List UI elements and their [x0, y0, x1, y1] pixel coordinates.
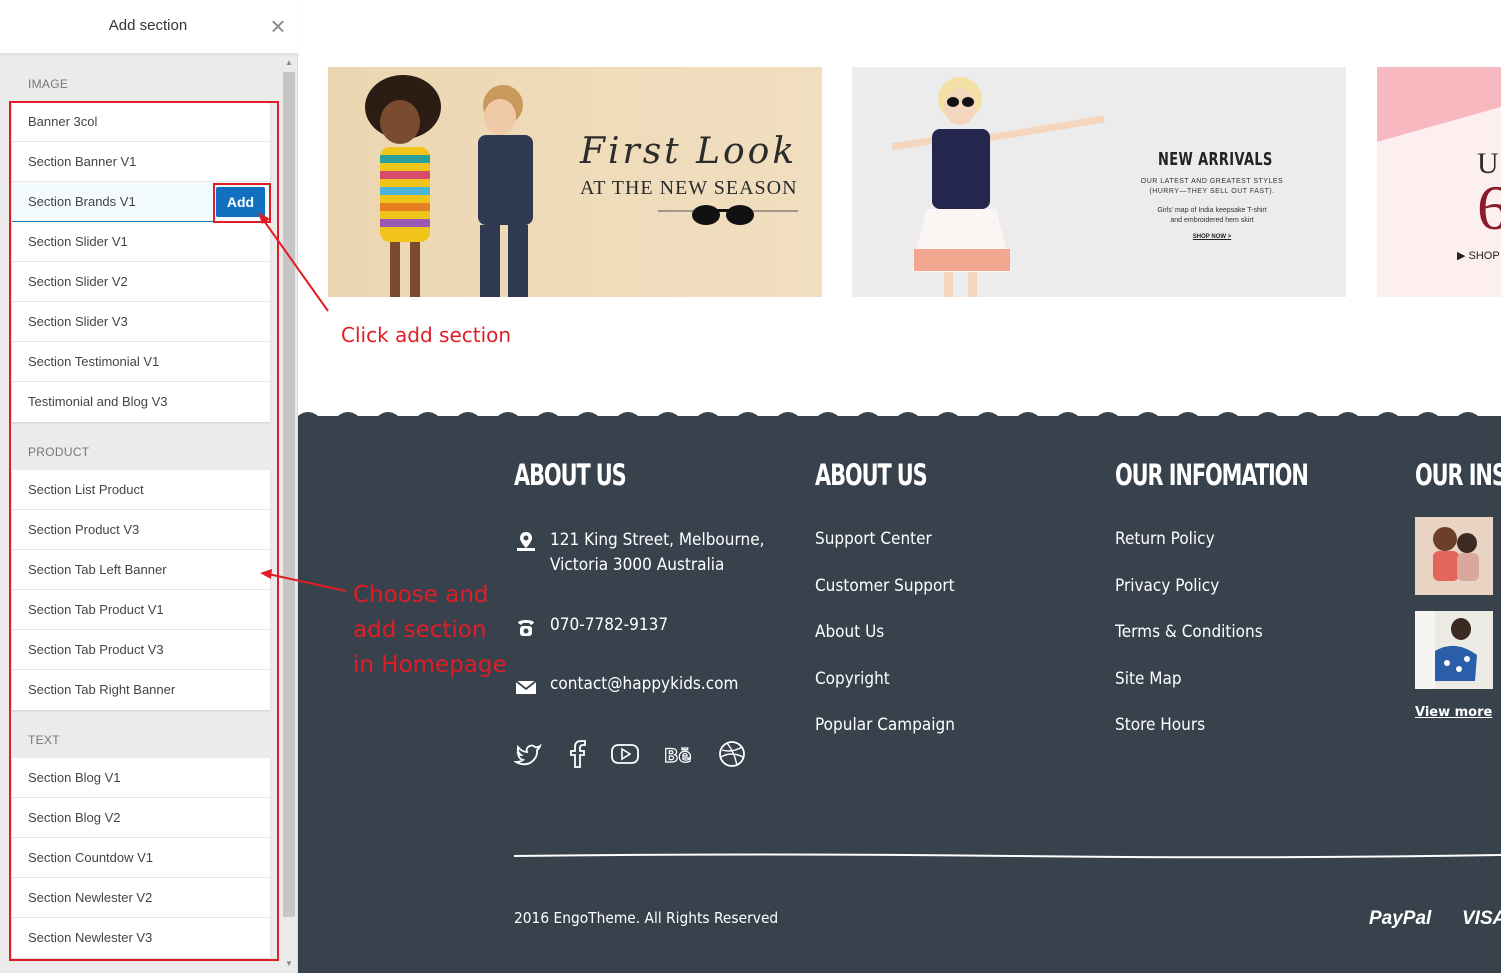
annotation-click-add-section: Click add section: [341, 323, 512, 347]
annotation-choose-line1: Choose and: [353, 582, 489, 608]
annotation-choose-line2: add section: [353, 617, 487, 643]
annotation-arrows: [258, 212, 347, 592]
annotation-choose-line3: in Homepage: [353, 652, 507, 678]
